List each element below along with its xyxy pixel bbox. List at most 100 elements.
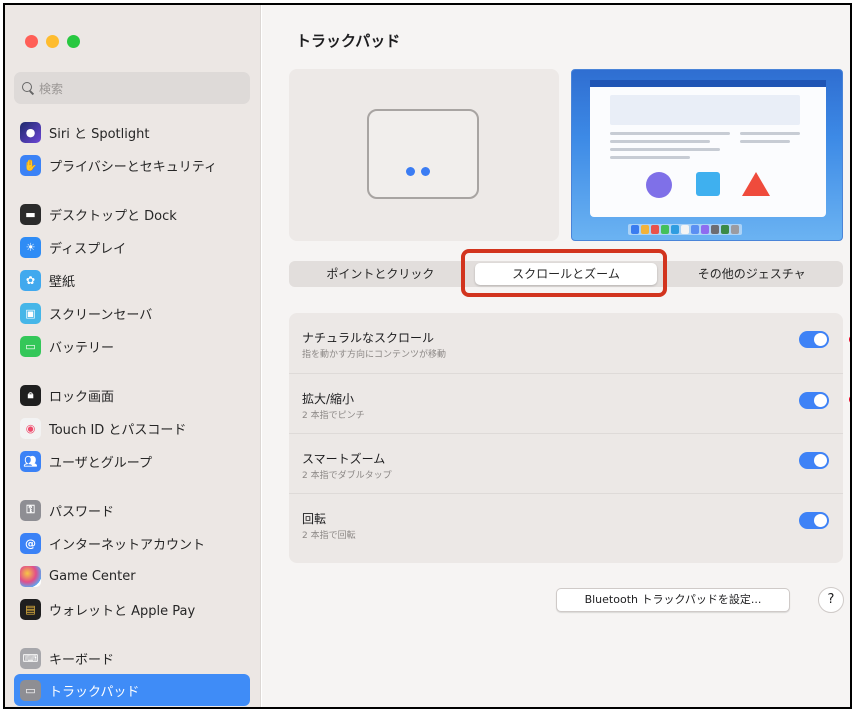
preview-text-line [610, 132, 730, 135]
window-controls [25, 35, 80, 48]
setting-row-smart-zoom: スマートズーム 2 本指でダブルタップ [289, 433, 843, 493]
dock-app-icon [691, 225, 699, 234]
trackpad-icon: ▭ [20, 679, 41, 701]
dock-app-icon [731, 225, 739, 234]
setting-title: 回転 [302, 512, 327, 526]
sun-icon: ☀ [20, 236, 41, 258]
setting-row-zoom: 拡大/縮小 2 本指でピンチ [289, 373, 843, 433]
sidebar-item-label: プライバシーとセキュリティ [49, 159, 217, 175]
setting-subtitle: 2 本指で回転 [302, 531, 356, 541]
setting-title: スマートズーム [302, 452, 386, 466]
smart-zoom-toggle[interactable] [799, 452, 829, 469]
dock-app-icon [641, 225, 649, 234]
tab-point-click[interactable]: ポイントとクリック [289, 263, 472, 285]
settings-window: 検索 ● Siri と Spotlight ✋ プライバシーとセキュリティ ▬ … [3, 3, 852, 709]
tab-more-gestures[interactable]: その他のジェスチャ [660, 263, 843, 285]
sidebar-item-internet-accounts[interactable]: @ インターネットアカウント [14, 527, 250, 559]
sidebar-item-label: バッテリー [49, 340, 115, 356]
sidebar-item-privacy-security[interactable]: ✋ プライバシーとセキュリティ [14, 149, 250, 181]
zoom-toggle[interactable] [799, 392, 829, 409]
sidebar-item-wallpaper[interactable]: ✿ 壁紙 [14, 264, 250, 296]
sidebar-item-keyboard[interactable]: ⌨ キーボード [14, 642, 250, 674]
sidebar-item-label: ディスプレイ [49, 241, 127, 257]
settings-group: ナチュラルなスクロール 指を動かす方向にコンテンツが移動 拡大/縮小 2 本指で… [289, 313, 843, 563]
sidebar-item-wallet-apple-pay[interactable]: ▤ ウォレットと Apple Pay [14, 593, 250, 625]
hand-icon: ✋ [20, 154, 41, 176]
sidebar-item-lock-screen[interactable]: 🔒︎ ロック画面 [14, 379, 250, 411]
sidebar-item-siri-spotlight[interactable]: ● Siri と Spotlight [14, 116, 250, 148]
sidebar-item-battery[interactable]: ▭ バッテリー [14, 330, 250, 362]
sidebar-item-label: トラックパッド [49, 684, 140, 700]
sidebar-item-label: 壁紙 [49, 274, 76, 290]
sidebar-item-trackpad[interactable]: ▭ トラックパッド [14, 674, 250, 706]
dock-app-icon [681, 225, 689, 234]
gesture-preview-trackpad [289, 69, 559, 241]
help-button[interactable]: ? [818, 587, 844, 613]
setting-subtitle: 2 本指でピンチ [302, 411, 365, 421]
search-icon [22, 82, 34, 94]
preview-text-line [610, 140, 710, 143]
setting-row-rotate: 回転 2 本指で回転 [289, 493, 843, 553]
keyboard-icon: ⌨ [20, 647, 41, 669]
search-input[interactable]: 検索 [14, 72, 250, 104]
sidebar-item-label: Siri と Spotlight [49, 126, 150, 142]
finger-dot-icon [406, 167, 415, 176]
finger-dot-icon [421, 167, 430, 176]
users-icon: 👥︎ [20, 450, 41, 472]
sidebar-item-label: Game Center [49, 568, 136, 584]
close-button[interactable] [25, 35, 38, 48]
sidebar-item-passwords[interactable]: ⚿ パスワード [14, 494, 250, 526]
zoom-button[interactable] [67, 35, 80, 48]
setting-title: 拡大/縮小 [302, 392, 355, 406]
fingerprint-icon: ◉ [20, 417, 41, 439]
lock-icon: 🔒︎ [20, 384, 41, 406]
dock-app-icon [711, 225, 719, 234]
preview-window-illustration [590, 80, 826, 217]
setting-row-natural-scroll: ナチュラルなスクロール 指を動かす方向にコンテンツが移動 [289, 313, 843, 373]
annotation-dot [849, 395, 850, 404]
sidebar-item-desktop-dock[interactable]: ▬ デスクトップと Dock [14, 198, 250, 230]
search-placeholder: 検索 [39, 81, 64, 96]
preview-text-line [740, 140, 790, 143]
triangle-shape [742, 172, 770, 196]
setting-subtitle: 指を動かす方向にコンテンツが移動 [302, 350, 447, 360]
preview-menubar [590, 80, 826, 87]
dock-app-icon [721, 225, 729, 234]
sidebar-item-label: スクリーンセーバ [49, 307, 153, 323]
sidebar: 検索 ● Siri と Spotlight ✋ プライバシーとセキュリティ ▬ … [5, 5, 261, 707]
sidebar-item-screen-saver[interactable]: ▣ スクリーンセーバ [14, 297, 250, 329]
dock-app-icon [671, 225, 679, 234]
at-icon: @ [20, 532, 41, 554]
gesture-preview-screen [571, 69, 843, 241]
setup-bluetooth-trackpad-button[interactable]: Bluetooth トラックパッドを設定... [556, 588, 790, 612]
minimize-button[interactable] [46, 35, 59, 48]
wallet-icon: ▤ [20, 598, 41, 620]
rotate-toggle[interactable] [799, 512, 829, 529]
dock-app-icon [651, 225, 659, 234]
circle-shape [646, 172, 672, 198]
sidebar-item-label: インターネットアカウント [49, 537, 206, 553]
sidebar-item-displays[interactable]: ☀ ディスプレイ [14, 231, 250, 263]
dock-icon: ▬ [20, 203, 41, 225]
key-icon: ⚿ [20, 499, 41, 521]
battery-icon: ▭ [20, 335, 41, 357]
wallpaper-icon: ✿ [20, 269, 41, 291]
game-center-icon [20, 565, 41, 587]
sidebar-item-label: キーボード [49, 652, 115, 668]
natural-scroll-toggle[interactable] [799, 331, 829, 348]
setting-subtitle: 2 本指でダブルタップ [302, 471, 392, 481]
sidebar-item-label: ロック画面 [49, 389, 115, 405]
preview-text-line [740, 132, 800, 135]
sidebar-item-label: Touch ID とパスコード [49, 422, 187, 438]
setting-title: ナチュラルなスクロール [302, 331, 435, 345]
preview-header-block [610, 95, 800, 125]
sidebar-item-label: デスクトップと Dock [49, 208, 177, 224]
preview-text-line [610, 156, 690, 159]
sidebar-item-users-groups[interactable]: 👥︎ ユーザとグループ [14, 445, 250, 477]
sidebar-item-game-center[interactable]: Game Center [14, 560, 250, 592]
page-title: トラックパッド [296, 32, 401, 50]
sidebar-item-touch-id[interactable]: ◉ Touch ID とパスコード [14, 412, 250, 444]
square-shape [696, 172, 720, 196]
sidebar-item-label: ユーザとグループ [49, 455, 152, 471]
preview-dock [628, 224, 742, 235]
